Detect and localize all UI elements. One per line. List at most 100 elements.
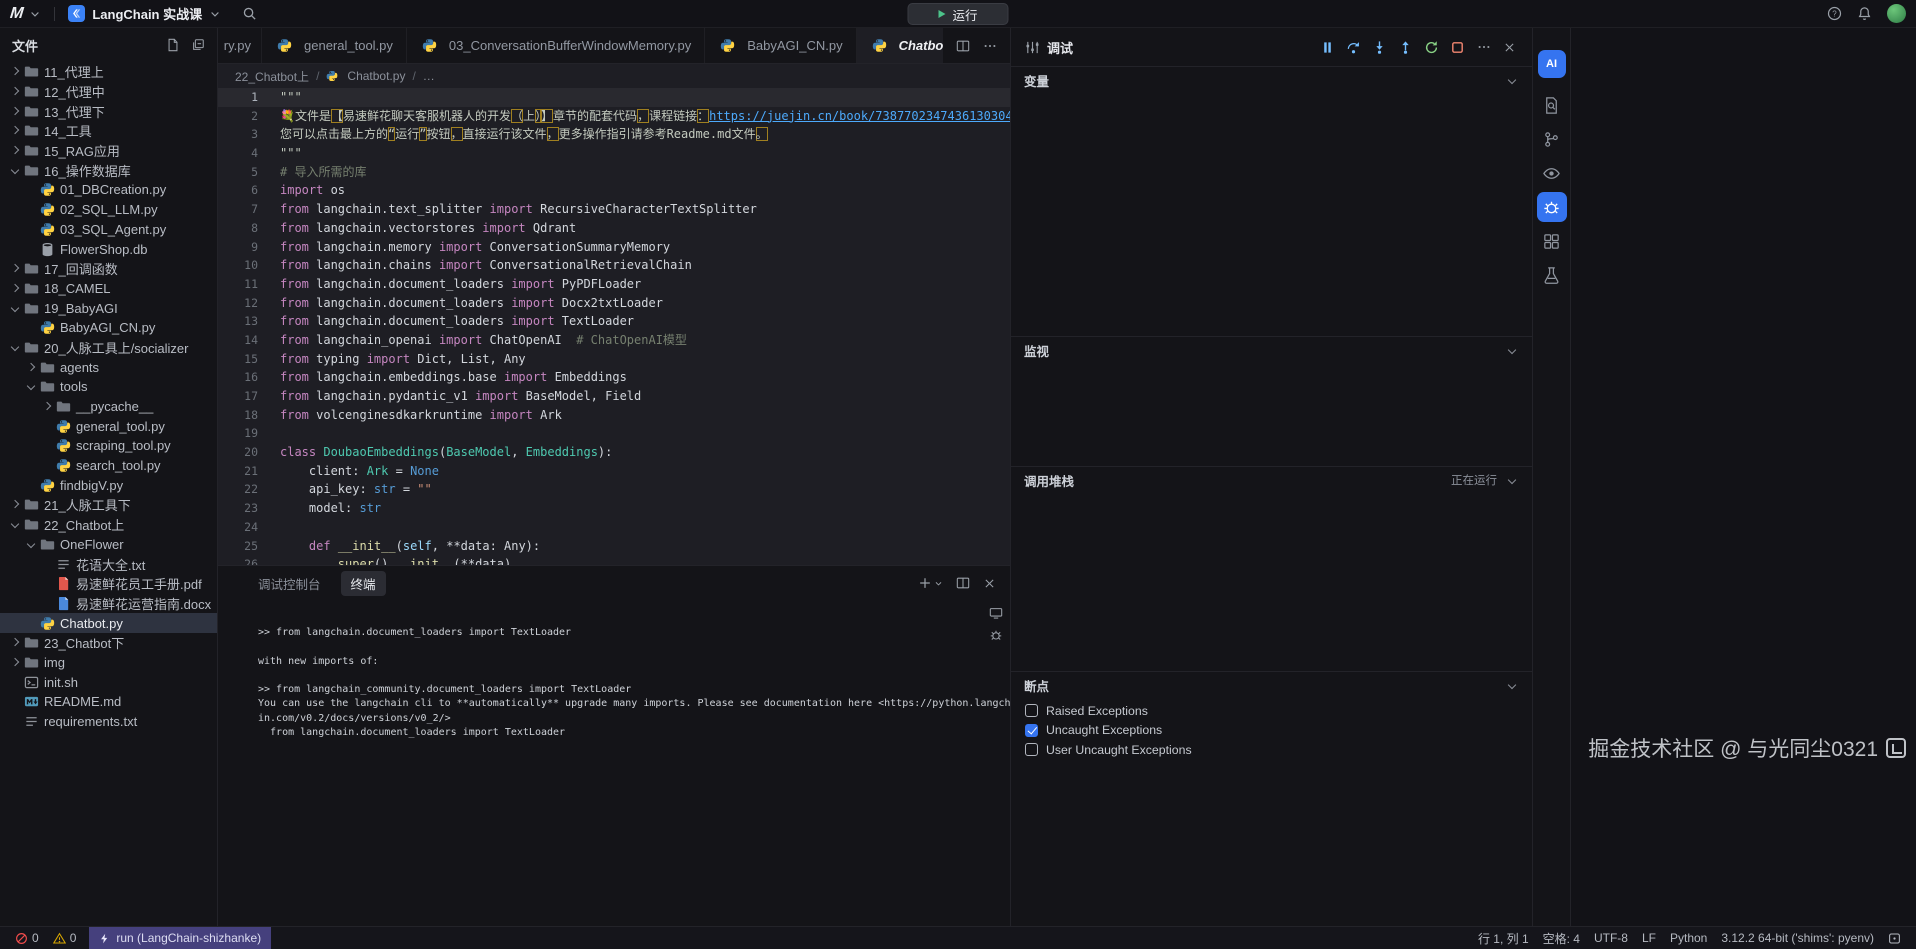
line-number[interactable]: 10: [218, 256, 258, 275]
line-number[interactable]: 26: [218, 555, 258, 565]
section-header-watch[interactable]: 监视: [1011, 337, 1532, 363]
editor-tab[interactable]: ry.py: [218, 28, 262, 63]
breadcrumb-item[interactable]: …: [423, 69, 435, 83]
tree-folder[interactable]: 12_代理中: [0, 82, 217, 102]
code-line[interactable]: 24: [218, 518, 1010, 537]
line-number[interactable]: 8: [218, 219, 258, 238]
code-line[interactable]: 8from langchain.vectorstores import Qdra…: [218, 219, 1010, 238]
terminal-instance-icon[interactable]: [989, 606, 1003, 620]
user-avatar[interactable]: [1887, 4, 1906, 23]
debug-run-status[interactable]: run (LangChain-shizhanke): [89, 927, 271, 949]
code-line[interactable]: 9from langchain.memory import Conversati…: [218, 238, 1010, 257]
code-line[interactable]: 3您可以点击最上方的“运行”按钮，直接运行该文件，更多操作指引请参考Readme…: [218, 125, 1010, 144]
more-icon[interactable]: [1475, 39, 1492, 56]
chevron-down-icon[interactable]: [1505, 473, 1519, 487]
code-line[interactable]: 19: [218, 424, 1010, 443]
line-number[interactable]: 5: [218, 163, 258, 182]
run-debug-icon[interactable]: [1537, 192, 1567, 222]
tree-folder[interactable]: 11_代理上: [0, 62, 217, 82]
section-header-call-stack[interactable]: 调用堆栈正在运行: [1011, 467, 1532, 493]
line-number[interactable]: 6: [218, 181, 258, 200]
tree-file[interactable]: 花语大全.txt: [0, 554, 217, 574]
line-number[interactable]: 21: [218, 462, 258, 481]
problems-errors[interactable]: 0: [8, 927, 46, 949]
tree-file[interactable]: general_tool.py: [0, 416, 217, 436]
code-line[interactable]: 15from typing import Dict, List, Any: [218, 350, 1010, 369]
chevron-down-icon[interactable]: [1505, 678, 1519, 692]
tree-file[interactable]: 01_DBCreation.py: [0, 180, 217, 200]
code-line[interactable]: 16from langchain.embeddings.base import …: [218, 368, 1010, 387]
code-line[interactable]: 25 def __init__(self, **data: Any):: [218, 537, 1010, 556]
tests-icon[interactable]: [1537, 260, 1567, 290]
line-number[interactable]: 20: [218, 443, 258, 462]
problems-warnings[interactable]: 0: [46, 927, 84, 949]
notifications-bell-icon[interactable]: [1857, 6, 1872, 21]
close-icon[interactable]: [1501, 39, 1518, 56]
code-line[interactable]: 14from langchain_openai import ChatOpenA…: [218, 331, 1010, 350]
code-line[interactable]: 23 model: str: [218, 499, 1010, 518]
encoding[interactable]: UTF-8: [1587, 927, 1635, 949]
editor-tab[interactable]: 03_ConversationBufferWindowMemory.py: [407, 28, 705, 63]
step-into-icon[interactable]: [1371, 39, 1388, 56]
tree-file[interactable]: findbigV.py: [0, 475, 217, 495]
line-number[interactable]: 19: [218, 424, 258, 443]
breakpoint-item[interactable]: Raised Exceptions: [1011, 701, 1532, 721]
code-line[interactable]: 5# 导入所需的库: [218, 163, 1010, 182]
stop-icon[interactable]: [1449, 39, 1466, 56]
step-out-icon[interactable]: [1397, 39, 1414, 56]
tree-file[interactable]: init.sh: [0, 672, 217, 692]
code-line[interactable]: 10from langchain.chains import Conversat…: [218, 256, 1010, 275]
line-number[interactable]: 4: [218, 144, 258, 163]
new-file-icon[interactable]: [166, 38, 180, 52]
split-terminal-icon[interactable]: [956, 576, 970, 590]
debug-console-instance-icon[interactable]: [989, 628, 1003, 642]
line-number[interactable]: 2: [218, 107, 258, 126]
close-panel-icon[interactable]: [983, 577, 996, 590]
section-header-variables[interactable]: 变量: [1011, 67, 1532, 93]
tree-folder[interactable]: 22_Chatbot上: [0, 515, 217, 535]
tree-file[interactable]: 03_SQL_Agent.py: [0, 220, 217, 240]
project-name[interactable]: LangChain 实战课: [92, 4, 202, 23]
pause-icon[interactable]: [1319, 39, 1336, 56]
help-icon[interactable]: ?: [1827, 6, 1842, 21]
tree-folder[interactable]: 21_人脉工具下: [0, 495, 217, 515]
code-line[interactable]: 7from langchain.text_splitter import Rec…: [218, 200, 1010, 219]
section-header-breakpoints[interactable]: 断点: [1011, 672, 1532, 698]
tree-folder[interactable]: 15_RAG应用: [0, 141, 217, 161]
line-number[interactable]: 23: [218, 499, 258, 518]
panel-tab-debug-console[interactable]: 调试控制台: [248, 571, 331, 596]
code-line[interactable]: 1""": [218, 88, 1010, 107]
code-line[interactable]: 2💐文件是【易速鲜花聊天客服机器人的开发（上）】章节的配套代码，课程链接：htt…: [218, 107, 1010, 126]
tree-folder[interactable]: tools: [0, 377, 217, 397]
tree-folder[interactable]: 17_回调函数: [0, 259, 217, 279]
breadcrumb-item[interactable]: Chatbot.py: [347, 69, 405, 83]
debug-config-icon[interactable]: [1025, 40, 1040, 55]
code-line[interactable]: 4""": [218, 144, 1010, 163]
code-line[interactable]: 20class DoubaoEmbeddings(BaseModel, Embe…: [218, 443, 1010, 462]
preview-icon[interactable]: [1537, 158, 1567, 188]
tree-file[interactable]: 易速鲜花员工手册.pdf: [0, 574, 217, 594]
cursor-position[interactable]: 行 1, 列 1: [1471, 927, 1536, 949]
eol-sequence[interactable]: LF: [1635, 927, 1663, 949]
tree-folder[interactable]: OneFlower: [0, 535, 217, 555]
split-editor-icon[interactable]: [956, 39, 970, 53]
code-line[interactable]: 17from langchain.pydantic_v1 import Base…: [218, 387, 1010, 406]
code-line[interactable]: 6import os: [218, 181, 1010, 200]
chevron-down-icon[interactable]: [1505, 73, 1519, 87]
line-number[interactable]: 13: [218, 312, 258, 331]
tree-file[interactable]: requirements.txt: [0, 712, 217, 732]
code-editor[interactable]: 1"""2💐文件是【易速鲜花聊天客服机器人的开发（上）】章节的配套代码，课程链接…: [218, 88, 1010, 565]
code-line[interactable]: 12from langchain.document_loaders import…: [218, 294, 1010, 313]
checkbox-unchecked-icon[interactable]: [1025, 704, 1038, 717]
breakpoint-item[interactable]: Uncaught Exceptions: [1011, 721, 1532, 741]
line-number[interactable]: 9: [218, 238, 258, 257]
code-line[interactable]: 18from volcenginesdkarkruntime import Ar…: [218, 406, 1010, 425]
chevron-down-icon[interactable]: [1505, 343, 1519, 357]
line-number[interactable]: 1: [218, 88, 258, 107]
workspace-menu-chevron-icon[interactable]: [29, 8, 41, 20]
terminal-output[interactable]: >> from langchain.document_loaders impor…: [218, 600, 1010, 926]
extensions-icon[interactable]: [1537, 226, 1567, 256]
ai-assistant-button[interactable]: AI: [1538, 50, 1566, 78]
tree-file[interactable]: FlowerShop.db: [0, 239, 217, 259]
tree-file[interactable]: Chatbot.py: [0, 613, 217, 633]
